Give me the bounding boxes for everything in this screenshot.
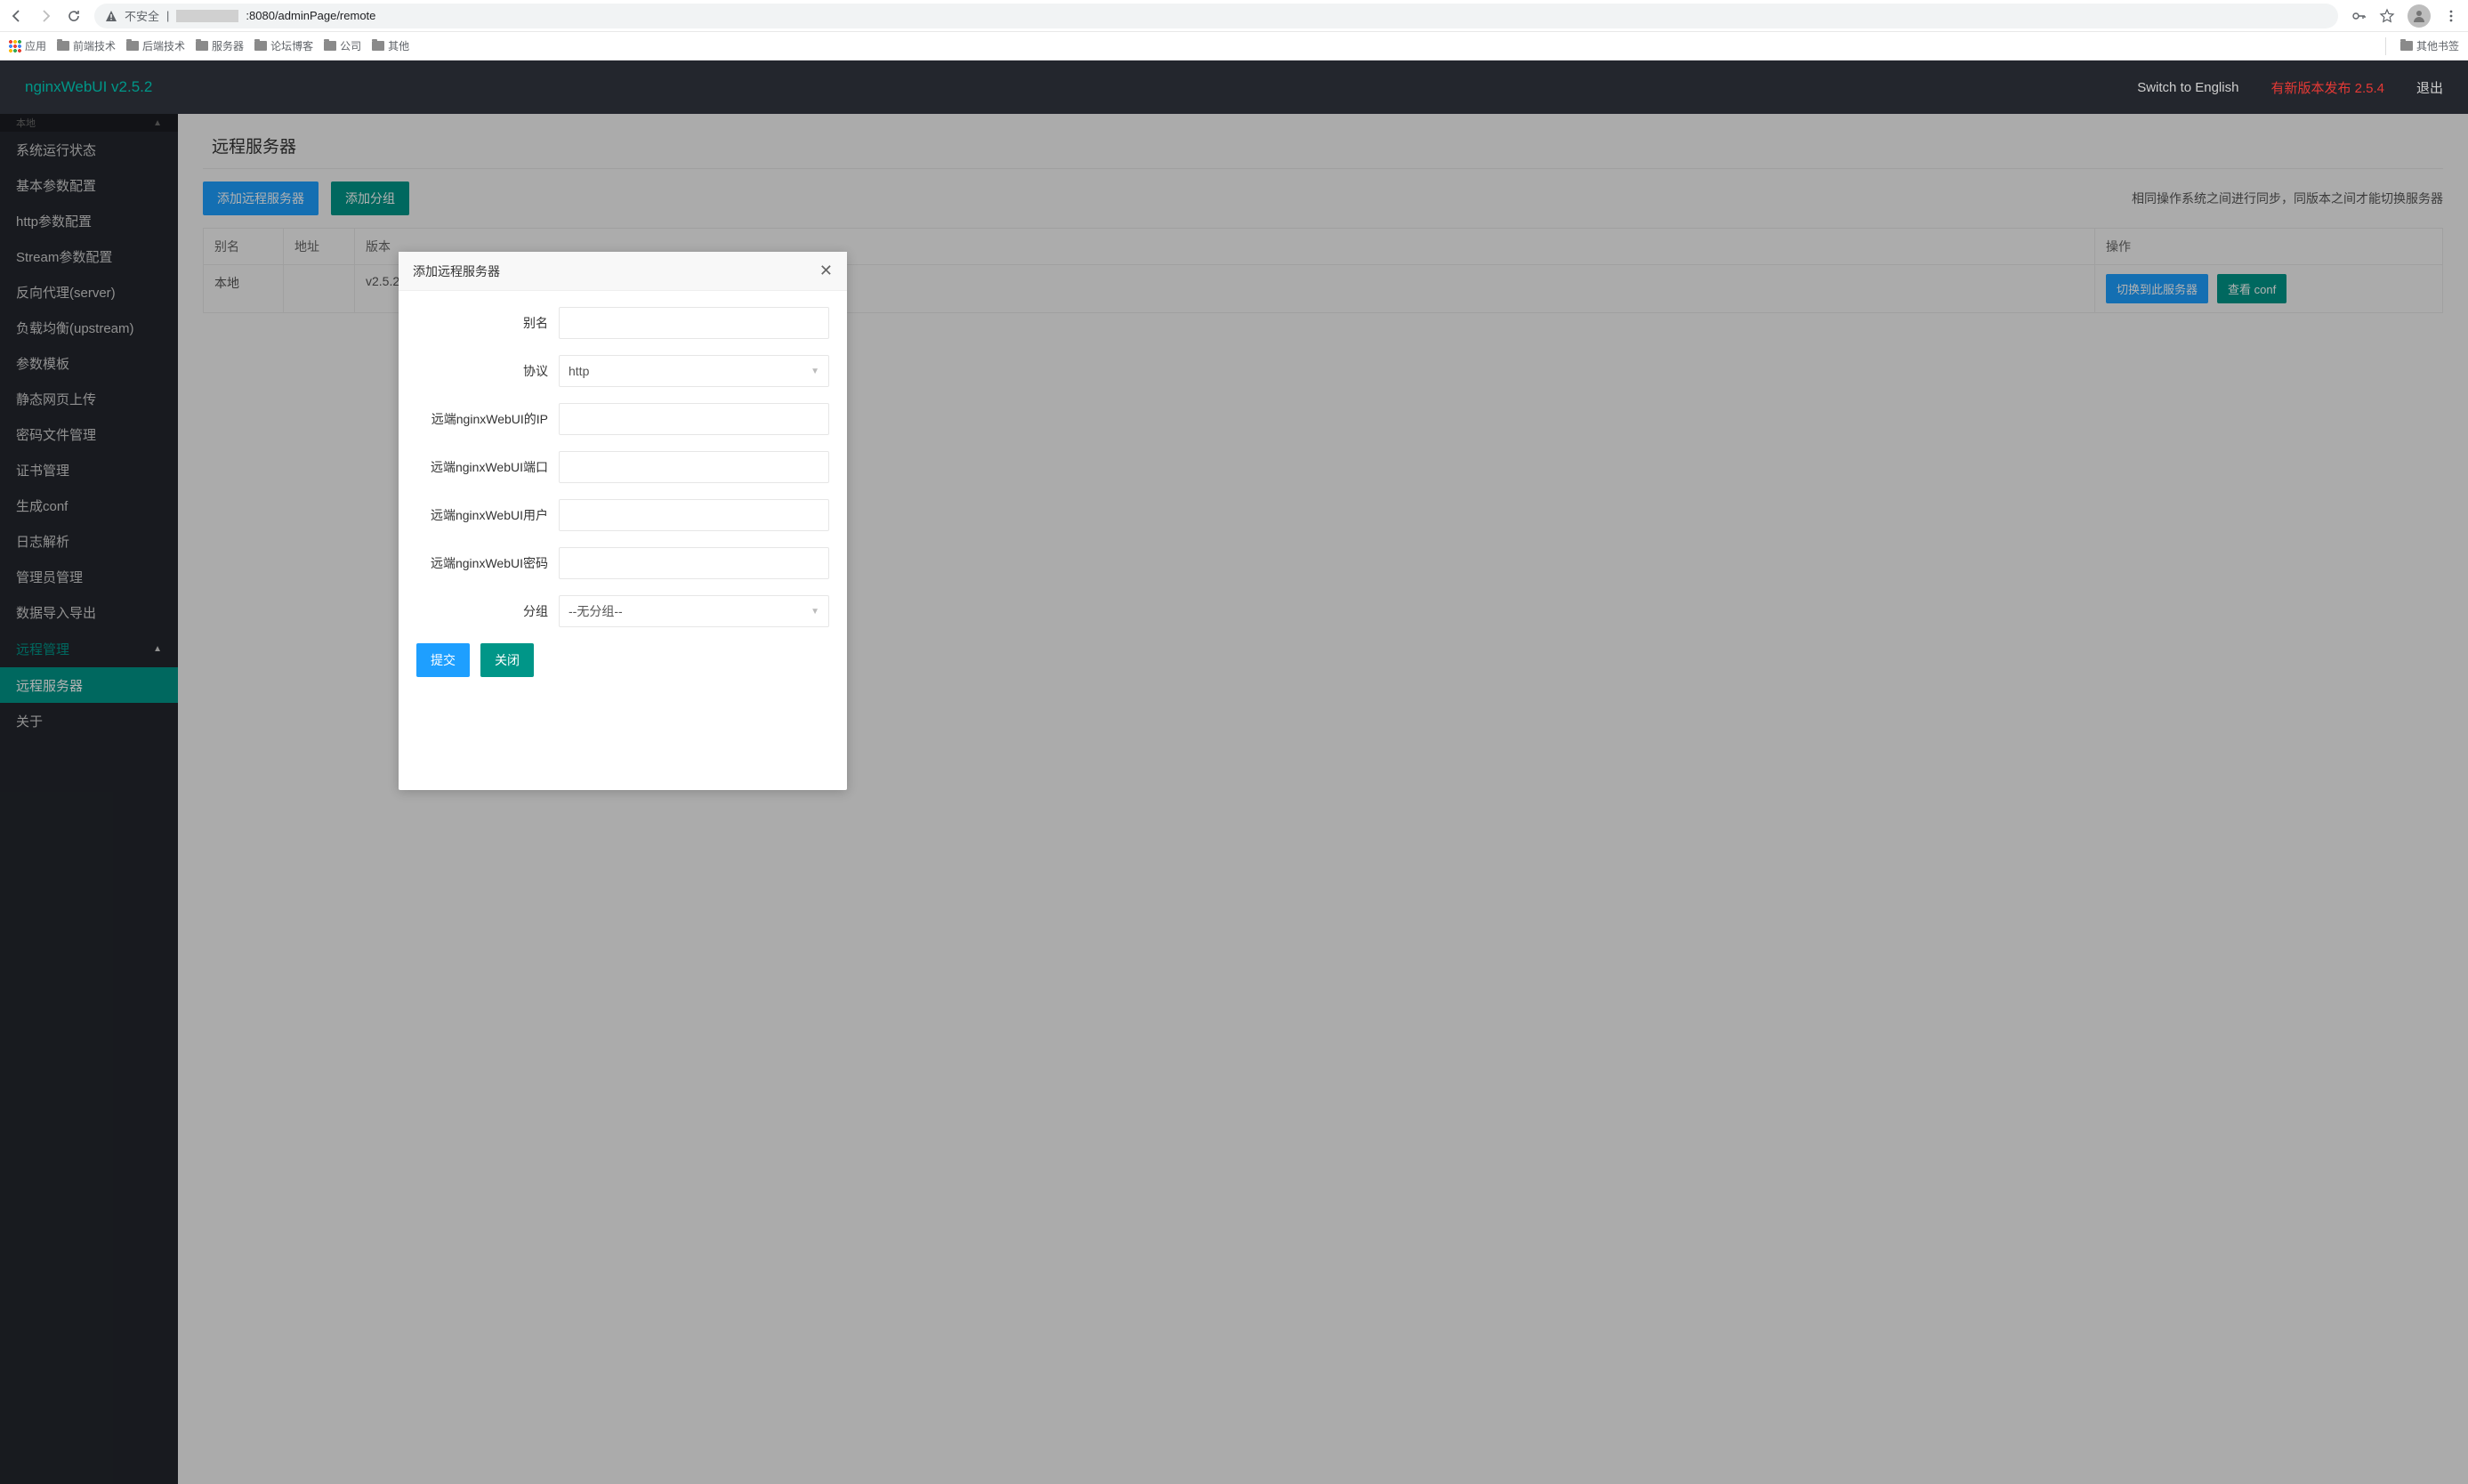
menu-icon[interactable] xyxy=(2443,8,2459,24)
app-title: nginxWebUI v2.5.2 xyxy=(25,78,152,96)
protocol-select[interactable]: http ▼ xyxy=(559,355,829,387)
browser-chrome: 不安全 | :8080/adminPage/remote xyxy=(0,0,2468,32)
bookmarks-bar: 应用 前端技术 后端技术 服务器 论坛博客 公司 其他 其他书签 xyxy=(0,32,2468,60)
folder-icon xyxy=(372,41,384,51)
insecure-label: 不安全 xyxy=(125,7,159,24)
ip-input[interactable] xyxy=(559,403,829,435)
profile-icon[interactable] xyxy=(2408,4,2431,28)
label-protocol: 协议 xyxy=(416,362,559,380)
apps-icon xyxy=(9,40,21,52)
bookmark-folder[interactable]: 服务器 xyxy=(196,38,244,53)
apps-bookmark[interactable]: 应用 xyxy=(9,38,46,53)
chevron-down-icon: ▼ xyxy=(811,367,819,376)
new-version-link[interactable]: 有新版本发布 2.5.4 xyxy=(2270,78,2384,97)
add-server-modal: 添加远程服务器 ✕ 别名 协议 http ▼ 远端nginxWebUI的IP 远… xyxy=(399,252,847,790)
submit-button[interactable]: 提交 xyxy=(416,643,470,677)
logout-link[interactable]: 退出 xyxy=(2416,78,2443,97)
url-path: :8080/adminPage/remote xyxy=(246,9,375,22)
label-alias: 别名 xyxy=(416,314,559,332)
star-icon[interactable] xyxy=(2379,8,2395,24)
forward-button[interactable] xyxy=(37,8,53,24)
folder-icon xyxy=(126,41,139,51)
password-input[interactable] xyxy=(559,547,829,579)
app-header: nginxWebUI v2.5.2 Switch to English 有新版本… xyxy=(0,60,2468,114)
back-button[interactable] xyxy=(9,8,25,24)
close-button[interactable]: 关闭 xyxy=(480,643,534,677)
folder-icon xyxy=(57,41,69,51)
divider xyxy=(2385,37,2386,55)
group-select[interactable]: --无分组-- ▼ xyxy=(559,595,829,627)
label-group: 分组 xyxy=(416,602,559,620)
label-pass: 远端nginxWebUI密码 xyxy=(416,554,559,572)
label-user: 远端nginxWebUI用户 xyxy=(416,506,559,524)
user-input[interactable] xyxy=(559,499,829,531)
folder-icon xyxy=(254,41,267,51)
port-input[interactable] xyxy=(559,451,829,483)
chevron-down-icon: ▼ xyxy=(811,607,819,617)
label-ip: 远端nginxWebUI的IP xyxy=(416,410,559,428)
bookmark-folder[interactable]: 公司 xyxy=(324,38,361,53)
switch-language-link[interactable]: Switch to English xyxy=(2137,80,2238,95)
bookmark-folder[interactable]: 前端技术 xyxy=(57,38,116,53)
bookmark-folder[interactable]: 其他 xyxy=(372,38,409,53)
bookmark-folder[interactable]: 后端技术 xyxy=(126,38,185,53)
protocol-value: http xyxy=(569,364,589,378)
folder-icon xyxy=(2400,41,2413,51)
group-value: --无分组-- xyxy=(569,602,623,620)
modal-title: 添加远程服务器 xyxy=(413,262,500,280)
bookmark-folder[interactable]: 论坛博客 xyxy=(254,38,313,53)
label-port: 远端nginxWebUI端口 xyxy=(416,458,559,476)
modal-overlay[interactable] xyxy=(0,114,2468,1484)
url-ip-redacted xyxy=(176,10,238,22)
reload-button[interactable] xyxy=(66,8,82,24)
alias-input[interactable] xyxy=(559,307,829,339)
url-bar[interactable]: 不安全 | :8080/adminPage/remote xyxy=(94,4,2338,28)
insecure-icon xyxy=(105,10,117,22)
key-icon[interactable] xyxy=(2351,8,2367,24)
other-bookmarks[interactable]: 其他书签 xyxy=(2400,38,2459,53)
folder-icon xyxy=(196,41,208,51)
modal-close-button[interactable]: ✕ xyxy=(819,262,833,280)
folder-icon xyxy=(324,41,336,51)
